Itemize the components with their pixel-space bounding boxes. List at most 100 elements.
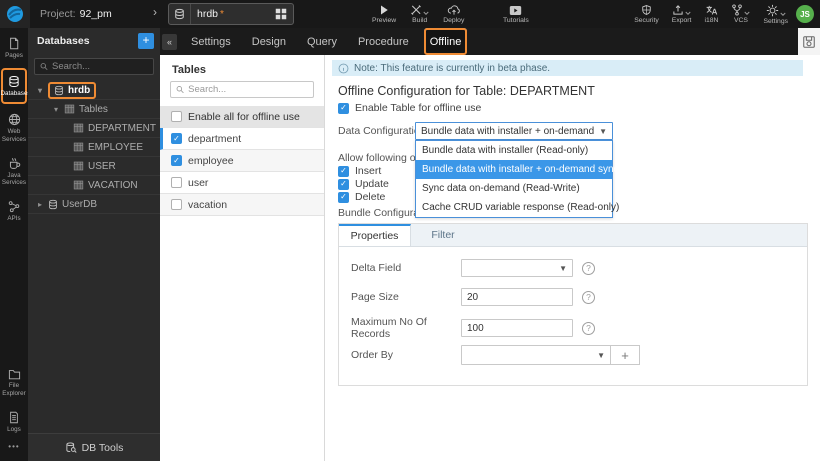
enable-table-row[interactable]: ✓ Enable Table for offline use bbox=[338, 102, 481, 114]
java-services-label: Java Services bbox=[1, 171, 27, 187]
sidebar-item-apis[interactable]: APIs bbox=[0, 195, 28, 227]
dropdown-option-2[interactable]: Bundle data with installer + on-demand s… bbox=[416, 160, 678, 179]
tab-settings[interactable]: Settings bbox=[185, 28, 237, 55]
caret-down-icon: ▼ bbox=[559, 263, 567, 273]
order-by-row: Order By ▼ + bbox=[351, 345, 640, 365]
user-avatar[interactable]: JS bbox=[796, 5, 814, 23]
tree-node-hrdb[interactable]: ▾ hrdb bbox=[28, 81, 160, 100]
vacation-checkbox[interactable] bbox=[171, 199, 182, 210]
table-row-label: employee bbox=[188, 154, 234, 167]
delta-field-select[interactable]: ▼ bbox=[461, 259, 573, 277]
tree-node-userdb[interactable]: ▸ UserDB bbox=[28, 195, 160, 214]
database-search[interactable] bbox=[34, 58, 154, 75]
tutorials-button[interactable]: Tutorials bbox=[503, 0, 529, 28]
tables-search[interactable] bbox=[170, 81, 314, 98]
tab-design[interactable]: Design bbox=[246, 28, 292, 55]
insert-label: Insert bbox=[355, 165, 382, 177]
employee-checkbox[interactable]: ✓ bbox=[171, 155, 182, 166]
tab-filter[interactable]: Filter bbox=[411, 224, 475, 246]
user-checkbox[interactable] bbox=[171, 177, 182, 188]
tree-node-user[interactable]: USER bbox=[28, 157, 160, 176]
tables-search-input[interactable] bbox=[188, 84, 308, 95]
sidebar-item-pages[interactable]: Pages bbox=[0, 32, 28, 64]
tab-procedure[interactable]: Procedure bbox=[352, 28, 415, 55]
help-icon[interactable]: ? bbox=[582, 290, 595, 304]
operation-insert[interactable]: ✓ Insert bbox=[338, 165, 381, 177]
build-button[interactable]: Build bbox=[410, 0, 429, 28]
tab-properties[interactable]: Properties bbox=[339, 224, 411, 246]
beta-note-bar: Note: This feature is currently in beta … bbox=[332, 60, 803, 76]
update-checkbox[interactable]: ✓ bbox=[338, 178, 349, 190]
file-explorer-label: File Explorer bbox=[2, 382, 26, 397]
db-tools-button[interactable]: DB Tools bbox=[28, 433, 160, 461]
enable-all-row[interactable]: Enable all for offline use bbox=[160, 106, 324, 128]
save-button[interactable] bbox=[798, 28, 820, 55]
vcs-button[interactable]: VCS bbox=[731, 0, 751, 28]
table-row-user[interactable]: user bbox=[160, 172, 324, 194]
preview-button[interactable]: Preview bbox=[372, 0, 396, 28]
beta-note-text: Note: This feature is currently in beta … bbox=[354, 62, 551, 74]
caret-down-icon[interactable]: ▾ bbox=[36, 86, 44, 95]
grid-view-icon[interactable] bbox=[269, 8, 293, 20]
app-logo[interactable] bbox=[0, 0, 30, 28]
tab-offline[interactable]: Offline bbox=[423, 28, 468, 55]
settings-button[interactable]: Settings bbox=[763, 0, 788, 28]
table-row-department[interactable]: ✓ department bbox=[160, 128, 324, 150]
enable-all-checkbox[interactable] bbox=[171, 111, 182, 122]
i18n-label: i18N bbox=[704, 17, 719, 24]
help-icon[interactable]: ? bbox=[582, 261, 595, 275]
sidebar-item-databases[interactable]: Databases bbox=[0, 68, 31, 105]
page-size-row: Page Size ? bbox=[351, 288, 595, 306]
top-bar: Project: 92_pm › hrdb * Preview Build De… bbox=[0, 0, 820, 28]
order-by-select[interactable]: ▼ bbox=[461, 345, 611, 365]
tree-node-employee[interactable]: EMPLOYEE bbox=[28, 138, 160, 157]
dropdown-option-1[interactable]: Bundle data with installer (Read-only) bbox=[416, 141, 612, 160]
tree-node-label: EMPLOYEE bbox=[88, 141, 144, 153]
databases-panel-title: Databases bbox=[37, 35, 90, 47]
table-row-vacation[interactable]: vacation bbox=[160, 194, 324, 216]
operation-update[interactable]: ✓ Update bbox=[338, 178, 389, 190]
caret-right-icon[interactable]: ▸ bbox=[36, 200, 44, 209]
sidebar-item-java-services[interactable]: Java Services bbox=[0, 152, 28, 191]
department-checkbox[interactable]: ✓ bbox=[171, 133, 182, 144]
dropdown-option-3[interactable]: Sync data on-demand (Read-Write) bbox=[416, 179, 612, 198]
caret-down-icon[interactable]: ▾ bbox=[52, 105, 60, 114]
tab-query[interactable]: Query bbox=[301, 28, 343, 55]
collapse-panel-button[interactable]: « bbox=[162, 33, 177, 50]
database-search-input[interactable] bbox=[52, 61, 148, 72]
utility-actions-group: Security Export i18N VCS Settings bbox=[634, 0, 788, 28]
databases-label: Databases bbox=[0, 90, 31, 98]
more-options-icon[interactable]: ••• bbox=[0, 442, 28, 451]
tree-node-label: USER bbox=[88, 160, 116, 172]
export-button[interactable]: Export bbox=[672, 0, 691, 28]
tree-node-vacation[interactable]: VACATION bbox=[28, 176, 160, 195]
branch-icon bbox=[732, 4, 743, 16]
data-config-select[interactable]: Bundle data with installer + on-demand s… bbox=[415, 122, 613, 140]
sidebar-item-web-services[interactable]: Web Services bbox=[0, 108, 28, 147]
security-button[interactable]: Security bbox=[634, 0, 659, 28]
gear-icon bbox=[766, 4, 778, 16]
sidebar-item-logs[interactable]: Logs bbox=[0, 406, 28, 438]
add-order-by-button[interactable]: + bbox=[610, 345, 640, 365]
tree-node-department[interactable]: DEPARTMENT bbox=[28, 119, 160, 138]
database-icon bbox=[55, 85, 63, 95]
add-database-button[interactable]: + bbox=[138, 33, 154, 49]
dropdown-option-4[interactable]: Cache CRUD variable response (Read-only) bbox=[416, 198, 619, 217]
page-size-input[interactable] bbox=[461, 288, 573, 306]
table-row-employee[interactable]: ✓ employee bbox=[160, 150, 324, 172]
sidebar-item-file-explorer[interactable]: File Explorer bbox=[0, 364, 28, 401]
table-row-label: user bbox=[188, 176, 209, 189]
help-icon[interactable]: ? bbox=[582, 321, 595, 335]
delete-checkbox[interactable]: ✓ bbox=[338, 191, 349, 203]
chevron-down-icon bbox=[780, 12, 786, 16]
tree-node-tables[interactable]: ▾ Tables bbox=[28, 100, 160, 119]
max-records-input[interactable] bbox=[461, 319, 573, 337]
operation-delete[interactable]: ✓ Delete bbox=[338, 191, 385, 203]
cloud-upload-icon bbox=[447, 5, 460, 15]
enable-table-checkbox[interactable]: ✓ bbox=[338, 102, 349, 114]
deploy-button[interactable]: Deploy bbox=[443, 0, 464, 28]
i18n-button[interactable]: i18N bbox=[704, 0, 718, 28]
table-row-label: vacation bbox=[188, 198, 228, 211]
db-selector[interactable]: hrdb * bbox=[168, 3, 294, 25]
insert-checkbox[interactable]: ✓ bbox=[338, 165, 349, 177]
